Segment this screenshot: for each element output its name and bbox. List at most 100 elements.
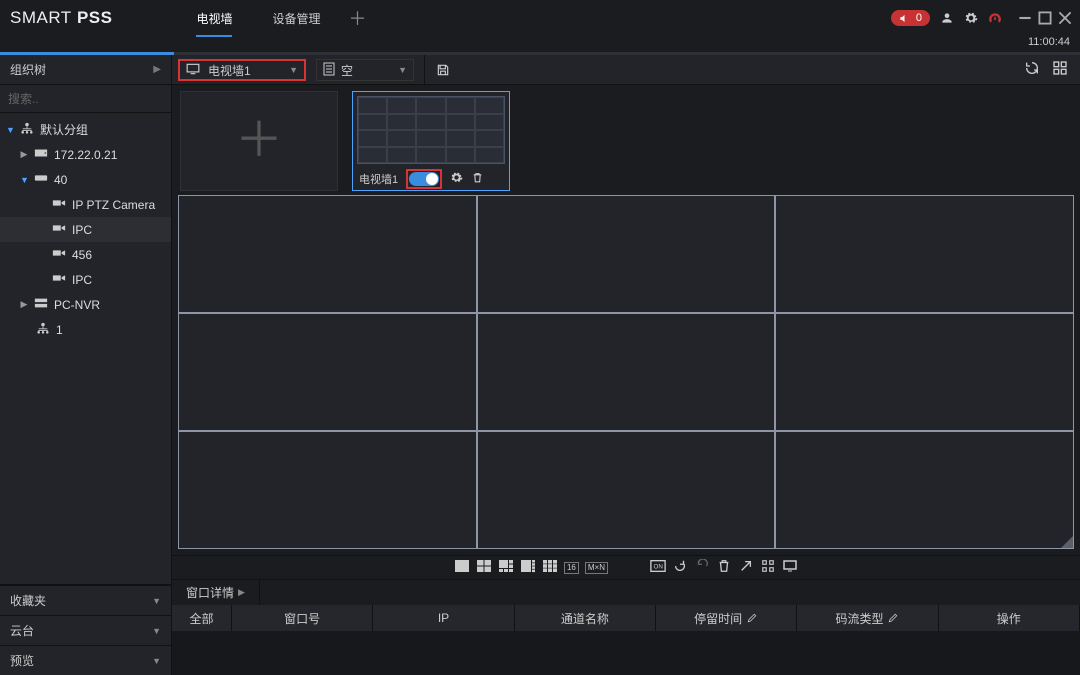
accordion-favorites[interactable]: 收藏夹▼ [0,585,171,615]
refresh-icon[interactable] [1024,60,1040,79]
tab-device-manage[interactable]: 设备管理 [252,0,340,36]
task-selector-label: 空 [341,62,353,79]
tab-device-manage-label: 设备管理 [272,10,320,27]
chevron-right-icon: ▶ [153,64,161,75]
accordion-label: 预览 [10,652,34,669]
sub-toolbar: 组织树 ▶ 电视墙1 ▼ 空 ▼ [0,55,1080,85]
tree-ip-label: 172.22.0.21 [54,148,117,162]
tree-ip-node[interactable]: ▶ 172.22.0.21 [0,142,171,167]
org-tree-title: 组织树 [10,61,46,78]
edit-icon[interactable] [887,612,899,624]
accordion-ptz[interactable]: 云台▼ [0,615,171,645]
bottom-tabs: 窗口详情 ▶ [172,579,1080,605]
wall-settings-button[interactable] [450,171,463,187]
svg-text:ON: ON [654,564,663,571]
tree-channel-ptz[interactable]: IP PTZ Camera [0,192,171,217]
user-icon[interactable] [940,11,954,25]
tab-window-detail[interactable]: 窗口详情 ▶ [172,580,260,605]
plus-icon: ＋ [235,117,283,165]
wall-selector-label: 电视墙1 [208,62,251,79]
viewer-cell[interactable] [179,432,476,548]
tree-root[interactable]: ▼ 默认分组 [0,117,171,142]
layout-9-button[interactable] [542,559,558,576]
maximize-button[interactable] [1038,11,1052,25]
close-button[interactable] [1058,11,1072,25]
viewer-cell[interactable] [179,314,476,430]
wall-thumb-name: 电视墙1 [359,171,398,187]
tree-node-1[interactable]: 1 [0,317,171,342]
tab-video-wall[interactable]: 电视墙 [176,0,252,36]
wall-delete-button[interactable] [471,171,484,187]
layout-1-button[interactable] [454,559,470,576]
screen-button[interactable] [782,559,798,576]
viewer-cell[interactable] [478,314,775,430]
layout-4-button[interactable] [476,559,492,576]
viewer-cell[interactable] [776,314,1073,430]
save-button[interactable] [435,55,451,84]
top-tabs: 电视墙 设备管理 ＋ [176,0,374,36]
edit-icon[interactable] [746,612,758,624]
gear-icon[interactable] [964,11,978,25]
minimize-button[interactable] [1018,11,1032,25]
col-ip: IP [373,605,514,631]
camera-icon [52,272,66,287]
window-controls [1018,11,1072,25]
org-icon [36,322,50,337]
back-button[interactable] [694,559,710,576]
divider [424,55,425,84]
viewer-cell[interactable] [478,196,775,312]
clear-button[interactable] [738,559,754,576]
viewer-cell[interactable] [478,432,775,548]
search-input[interactable] [8,92,163,106]
viewer-cell[interactable] [776,432,1073,548]
video-wall-viewer[interactable] [178,195,1074,549]
viewer-cell[interactable] [179,196,476,312]
tab-video-wall-label: 电视墙 [196,10,232,27]
tree-node-1-label: 1 [56,323,63,337]
logo-bold: PSS [77,8,113,27]
clock: 11:00:44 [0,36,1080,52]
chevron-down-icon: ▼ [152,656,161,666]
org-tree-header[interactable]: 组织树 ▶ [0,55,172,84]
tree-channel-ipc1[interactable]: IPC [0,217,171,242]
nvr-icon [34,147,48,162]
col-channel: 通道名称 [515,605,656,631]
wall-thumbnail-1[interactable]: 电视墙1 [352,91,510,191]
tour-button[interactable] [672,559,688,576]
left-accordion: 收藏夹▼ 云台▼ 预览 ▼ [0,584,171,675]
task-icon [323,62,335,79]
grid-button[interactable] [760,559,776,576]
add-wall-button[interactable]: ＋ [180,91,338,191]
layout-toolbar: 16 M×N ON [172,555,1080,579]
caret-down-icon: ▼ [20,175,28,185]
notification-badge[interactable]: 0 [891,10,930,26]
accordion-preview[interactable]: 预览 ▼ [0,645,171,675]
camera-icon [52,222,66,237]
caret-down-icon: ▼ [6,125,14,135]
tree-dev40-node[interactable]: ▼ 40 [0,167,171,192]
chevron-down-icon: ▼ [289,65,298,75]
layout-6-button[interactable] [498,559,514,576]
layout-mn-button[interactable]: M×N [585,562,608,574]
tv-icon [186,63,200,78]
tree-channel-456[interactable]: 456 [0,242,171,267]
gauge-icon[interactable] [988,11,1002,25]
decode-to-wall-button[interactable]: ON [650,559,666,576]
viewer-cell[interactable] [776,196,1073,312]
wall-enable-toggle[interactable] [409,172,439,186]
layout-8-button[interactable] [520,559,536,576]
layout-16-button[interactable]: 16 [564,562,579,574]
trash-button[interactable] [716,559,732,576]
tree-channel-ipc2[interactable]: IPC [0,267,171,292]
wall-thumb-footer: 电视墙1 [353,168,509,190]
wall-selector-dropdown[interactable]: 电视墙1 ▼ [178,59,306,81]
caret-right-icon: ▶ [20,299,28,310]
resize-handle[interactable] [1061,536,1073,548]
add-tab-button[interactable]: ＋ [341,0,375,36]
tree-pcnvr-node[interactable]: ▶ PC-NVR [0,292,171,317]
app-logo: SMART PSS [0,8,126,28]
grid-config-icon[interactable] [1052,60,1068,79]
task-selector-dropdown[interactable]: 空 ▼ [316,59,414,81]
camera-icon [52,247,66,262]
col-all[interactable]: 全部 [172,605,232,631]
